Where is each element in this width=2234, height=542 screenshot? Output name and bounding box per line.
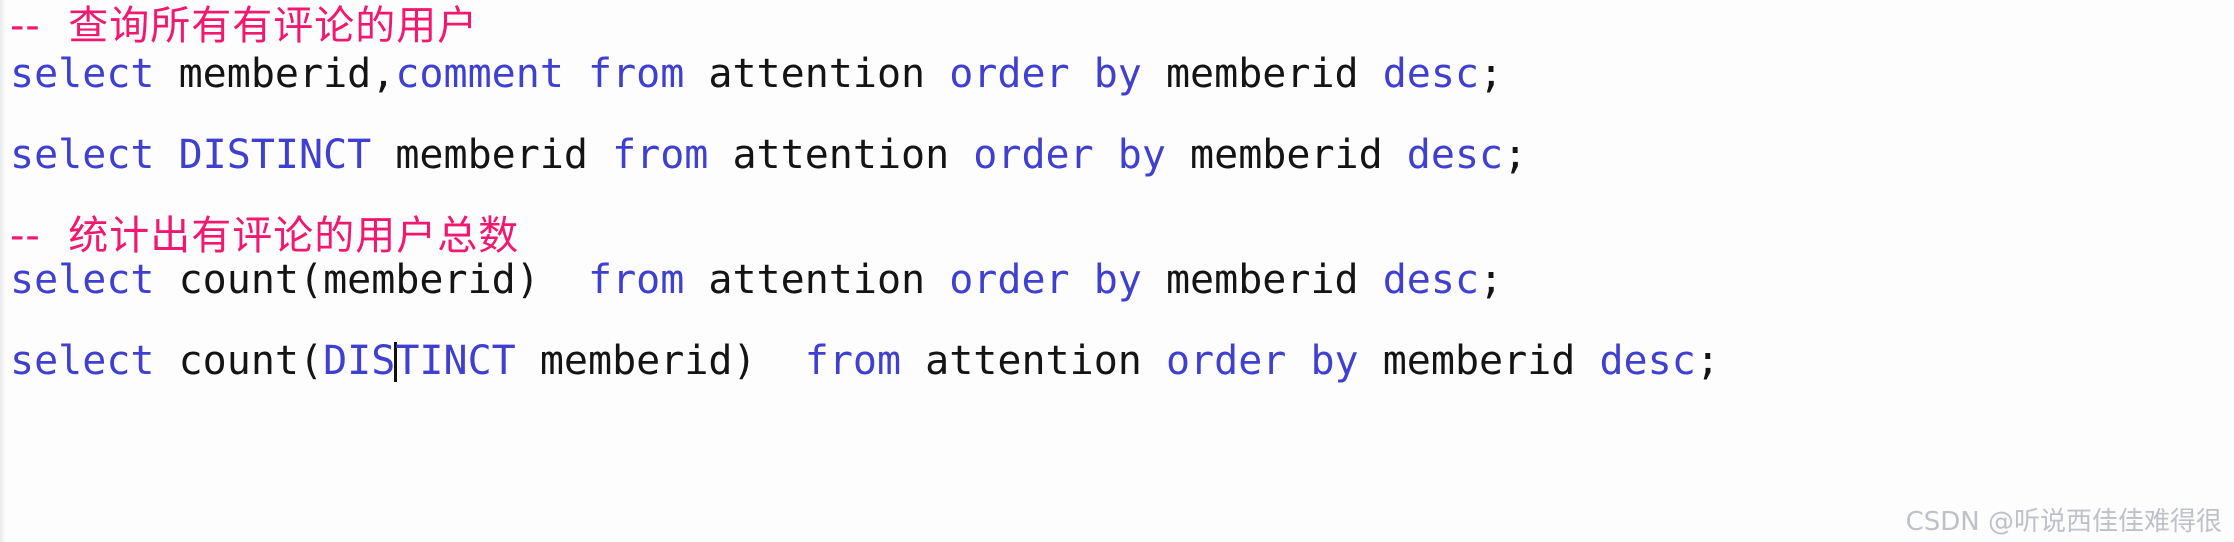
- sql-keyword-token: select: [10, 51, 155, 97]
- sql-keyword-token: desc: [1599, 338, 1696, 384]
- code-line-1[interactable]: -- 查询所有有评论的用户: [10, 2, 478, 50]
- sql-plain-token: ;: [1479, 257, 1504, 303]
- sql-plain-token: attention: [684, 257, 950, 303]
- sql-plain-token: count(memberid): [154, 257, 588, 303]
- sql-plain-token: ;: [1479, 51, 1504, 97]
- sql-comment-text: -- 统计出有评论的用户总数: [10, 213, 520, 259]
- sql-keyword-token: order by: [949, 51, 1142, 97]
- code-line-7[interactable]: select count(memberid) from attention or…: [10, 256, 1503, 304]
- sql-keyword-token: order by: [949, 257, 1142, 303]
- sql-plain-token: memberid: [1165, 132, 1407, 178]
- sql-keyword-token: from: [612, 132, 709, 178]
- sql-keyword-token: comment from: [395, 51, 685, 97]
- sql-keyword-token: DIS: [323, 338, 396, 384]
- sql-keyword-token: from: [804, 338, 902, 384]
- sql-plain-token: memberid): [515, 338, 805, 384]
- sql-plain-token: memberid: [1141, 51, 1383, 97]
- sql-plain-token: memberid: [371, 132, 613, 178]
- sql-keyword-token: order by: [1165, 338, 1359, 384]
- sql-plain-token: attention: [684, 51, 950, 97]
- sql-keyword-token: select: [10, 338, 155, 384]
- code-text-area[interactable]: -- 查询所有有评论的用户 select memberid,comment fro…: [10, 0, 2234, 542]
- sql-keyword-token: TINCT: [395, 338, 516, 384]
- sql-comment-text: -- 查询所有有评论的用户: [10, 3, 479, 49]
- sql-plain-token: ;: [1695, 338, 1720, 384]
- sql-plain-token: memberid,: [154, 51, 396, 97]
- code-line-6[interactable]: -- 统计出有评论的用户总数: [10, 212, 519, 260]
- sql-plain-token: attention: [708, 132, 974, 178]
- sql-plain-token: memberid: [1358, 338, 1600, 384]
- sql-keyword-token: select DISTINCT: [10, 132, 372, 178]
- code-line-9[interactable]: select count(DISTINCT memberid) from att…: [10, 337, 1720, 385]
- code-line-2[interactable]: select memberid,comment from attention o…: [10, 50, 1503, 98]
- sql-keyword-token: desc: [1382, 51, 1480, 97]
- sql-keyword-token: desc: [1406, 132, 1504, 178]
- sql-keyword-token: desc: [1382, 257, 1480, 303]
- editor-gutter-edge: [0, 0, 6, 542]
- sql-keyword-token: from: [587, 257, 685, 303]
- sql-plain-token: count(: [154, 338, 324, 384]
- sql-plain-token: memberid: [1141, 257, 1383, 303]
- code-line-4[interactable]: select DISTINCT memberid from attention …: [10, 131, 1527, 179]
- sql-plain-token: attention: [901, 338, 1166, 384]
- sql-keyword-token: select: [10, 257, 155, 303]
- sql-code-editor[interactable]: -- 查询所有有评论的用户 select memberid,comment fro…: [0, 0, 2234, 542]
- sql-keyword-token: order by: [973, 132, 1166, 178]
- sql-plain-token: ;: [1503, 132, 1528, 178]
